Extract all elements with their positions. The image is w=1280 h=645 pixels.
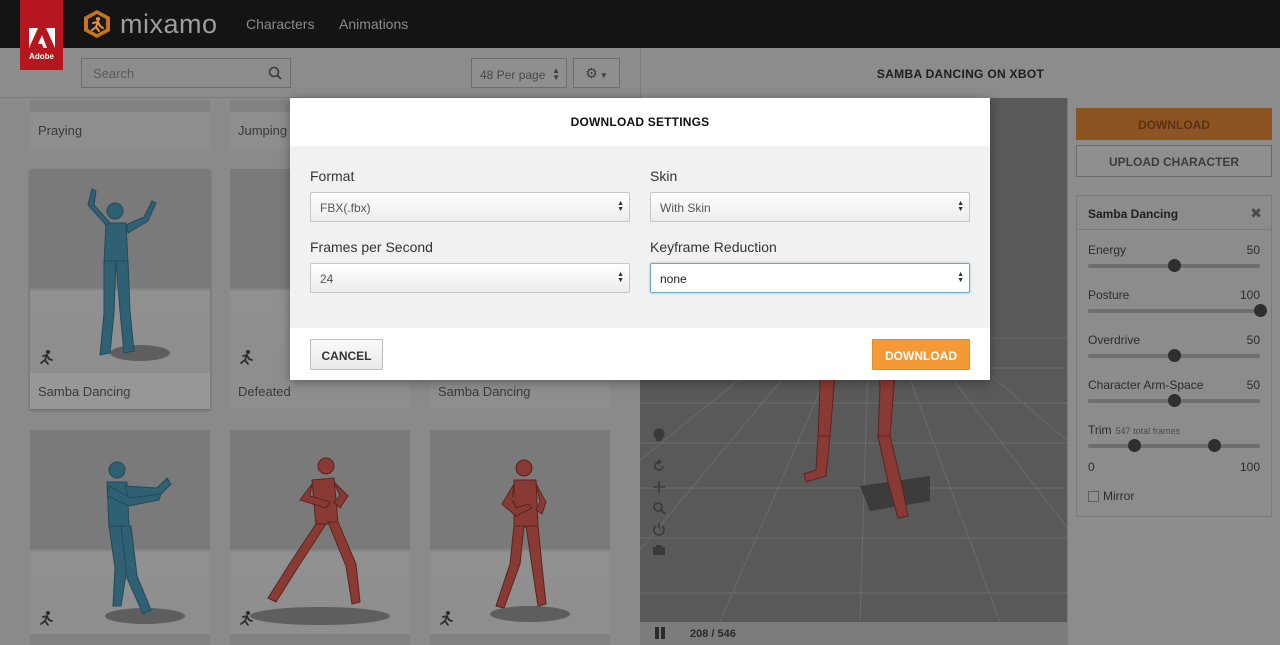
mixamo-logo[interactable]: mixamo	[82, 7, 218, 41]
logo-wordmark: mixamo	[120, 8, 218, 39]
updown-icon: ▲ ▼	[617, 200, 624, 213]
keyframe-label: Keyframe Reduction	[650, 239, 777, 255]
updown-icon: ▲ ▼	[957, 200, 964, 213]
skin-label: Skin	[650, 168, 678, 184]
nav-characters[interactable]: Characters	[246, 16, 314, 32]
dialog-body: Format FBX(.fbx) ▲ ▼ Skin With Skin ▲ ▼ Fr…	[290, 146, 990, 328]
download-confirm-button[interactable]: DOWNLOAD	[872, 339, 970, 370]
fps-label: Frames per Second	[310, 239, 433, 255]
skin-select[interactable]: With Skin ▲ ▼	[650, 192, 970, 222]
adobe-icon	[29, 28, 55, 48]
dialog-footer: CANCEL DOWNLOAD	[290, 328, 990, 380]
top-nav-bar: Characters Animations mixamo	[0, 0, 1280, 48]
format-label: Format	[310, 168, 355, 184]
mixamo-app: Characters Animations mixamo Adobe Searc…	[0, 0, 1280, 645]
cancel-button[interactable]: CANCEL	[310, 339, 383, 370]
download-settings-dialog: DOWNLOAD SETTINGS Format FBX(.fbx) ▲ ▼ Sk…	[290, 98, 990, 380]
format-value: FBX(.fbx)	[320, 201, 371, 215]
fps-value: 24	[320, 272, 334, 286]
updown-icon: ▲ ▼	[957, 271, 964, 284]
nav-animations[interactable]: Animations	[339, 16, 408, 32]
mixamo-hex-icon	[84, 10, 110, 38]
skin-value: With Skin	[660, 201, 711, 215]
keyframe-value: none	[660, 272, 687, 286]
dialog-title: DOWNLOAD SETTINGS	[570, 115, 710, 129]
keyframe-select[interactable]: none ▲ ▼	[650, 263, 970, 293]
updown-icon: ▲ ▼	[617, 271, 624, 284]
format-select[interactable]: FBX(.fbx) ▲ ▼	[310, 192, 630, 222]
fps-select[interactable]: 24 ▲ ▼	[310, 263, 630, 293]
